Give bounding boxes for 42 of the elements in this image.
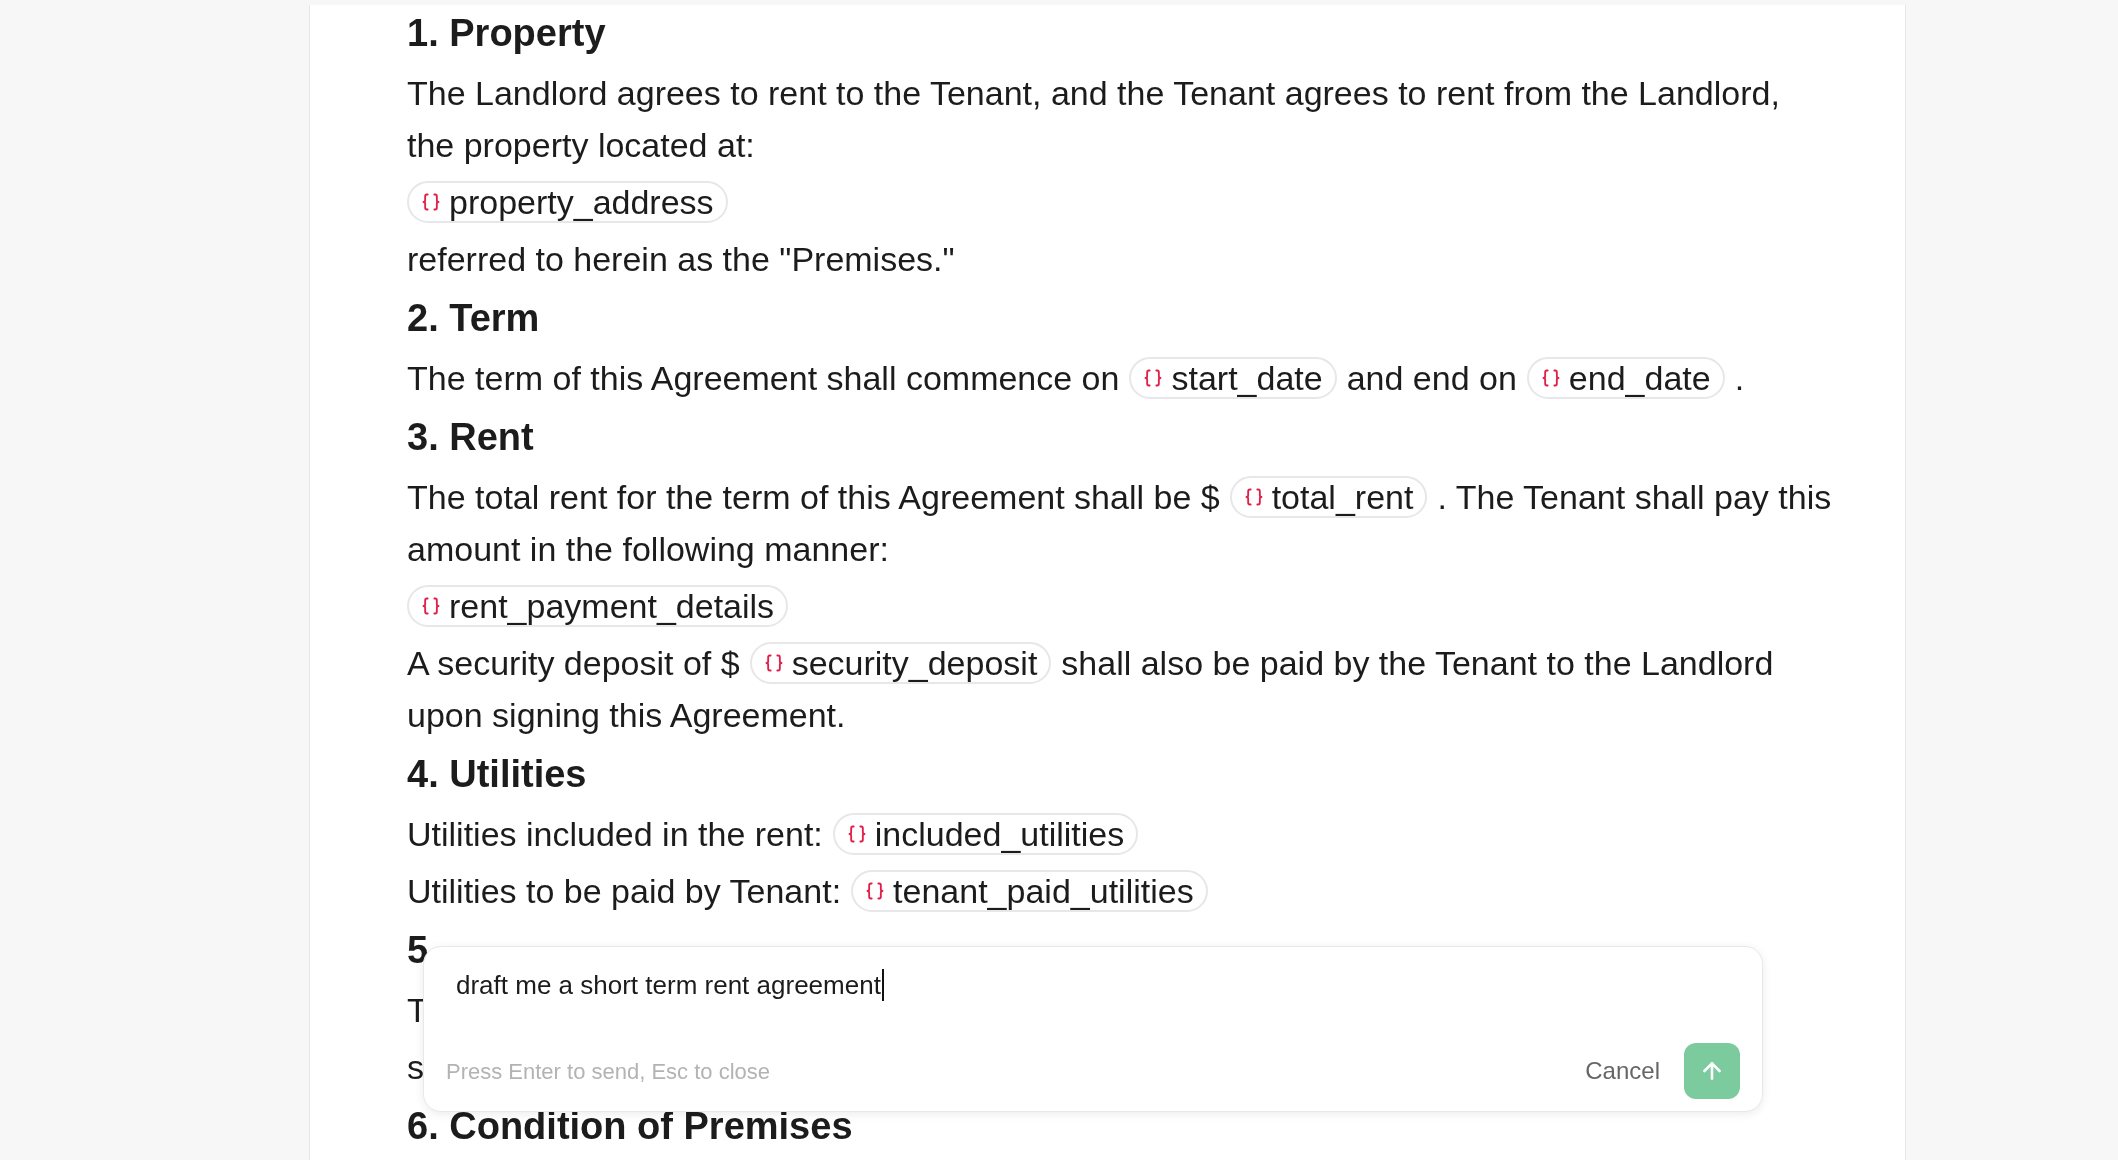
braces-icon [1243,487,1264,507]
paragraph-text: Utilities included in the rent: [407,814,823,855]
variable-chip[interactable]: total_rent [1229,476,1428,518]
section-heading: 2. Term [407,296,541,341]
paragraph-text: amount in the following manner: [407,529,889,570]
section-heading: 1. Property [407,11,607,56]
section-heading: 4. Utilities [407,752,588,797]
braces-icon [846,824,867,844]
paragraph-text: Utilities to be paid by Tenant: [407,871,842,912]
paragraph-text: The Landlord agrees to rent to the Tenant, and the Tenant agrees to rent from the Landlord, [407,73,1780,114]
braces-icon [421,192,441,212]
braces-icon [763,653,784,673]
paragraph-text: The total rent for the term of this Agreement shall be $ [407,477,1220,518]
braces-icon [421,596,441,616]
variable-chip[interactable]: security_deposit [749,642,1052,684]
section-heading: 3. Rent [407,415,535,460]
paragraph-text: A security deposit of $ [407,643,740,684]
braces-icon [1143,368,1164,388]
paragraph-text: . [1734,358,1745,399]
variable-chip[interactable]: rent_payment_details [407,585,789,627]
paragraph-text: s [407,1047,424,1088]
cancel-button[interactable]: Cancel [1577,1047,1668,1095]
paragraph-text: shall also be paid by the Tenant to the Landlord [1061,643,1774,684]
hint-text: Press Enter to send, Esc to close [446,1057,771,1086]
paragraph-text: the property located at: [407,125,755,166]
braces-icon [865,881,886,901]
variable-chip[interactable]: included_utilities [832,813,1139,855]
prompt-field[interactable]: draft me a short term rent agreement [446,963,1740,1007]
paragraph-text: upon signing this Agreement. [407,695,846,736]
section-heading: 6. Condition of Premises [407,1104,854,1149]
send-button[interactable] [1684,1043,1740,1099]
paragraph-text: and end on [1346,358,1517,399]
paragraph-text: The term of this Agreement shall commence on [407,358,1120,399]
paragraph-text: referred to herein as the "Premises." [407,239,955,280]
variable-chip[interactable]: start_date [1129,357,1337,399]
variable-chip[interactable]: end_date [1526,357,1725,399]
braces-icon [1540,368,1561,388]
variable-chip[interactable]: tenant_paid_utilities [851,870,1208,912]
text-cursor [881,969,884,1001]
paragraph-text: . The Tenant shall pay this [1437,477,1832,518]
section-heading: 5 [407,928,430,973]
variable-chip[interactable]: property_address [407,181,728,223]
